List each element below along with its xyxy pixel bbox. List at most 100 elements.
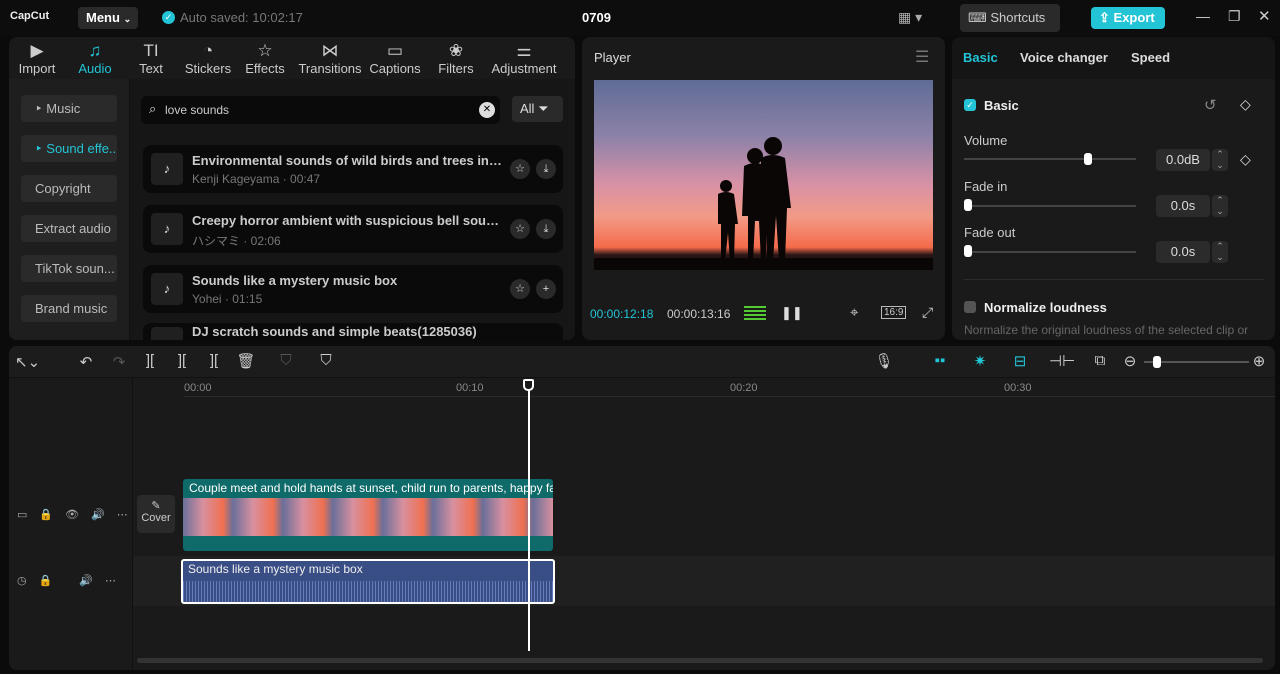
pause-icon[interactable]: ❚❚ <box>781 305 803 321</box>
tab-transitions[interactable]: ⋈ Transitions <box>291 37 369 79</box>
zoom-out-icon[interactable]: ⊖ <box>1119 352 1141 370</box>
shield-icon[interactable]: ⛉ <box>275 352 297 369</box>
time-ruler: 00:00 00:10 00:20 00:30 <box>184 379 1275 397</box>
horizontal-scrollbar[interactable] <box>137 658 1263 663</box>
keyframe-icon[interactable]: ◇ <box>1240 151 1251 168</box>
adjustment-icon: ⚌ <box>516 41 532 60</box>
microphone-icon[interactable]: 🎙 <box>873 352 895 370</box>
tab-basic[interactable]: Basic <box>963 50 998 65</box>
fade-in-slider[interactable] <box>964 205 1136 207</box>
category-extract-audio[interactable]: Extract audio <box>21 215 117 242</box>
favorite-icon[interactable]: ☆ <box>510 159 530 179</box>
cover-button[interactable]: ✎ Cover <box>137 495 175 533</box>
favorite-icon[interactable]: ☆ <box>510 279 530 299</box>
volume-stepper[interactable]: ⌃ ⌄ <box>1212 149 1228 171</box>
undo-icon[interactable]: ↶ <box>75 353 97 371</box>
tab-captions[interactable]: ▭ Captions <box>369 37 421 79</box>
shortcuts-button[interactable]: ⌨ Shortcuts <box>960 4 1060 32</box>
item-title: Sounds like a mystery music box <box>192 273 398 288</box>
fullscreen-icon[interactable]: ⤢ <box>922 304 933 321</box>
search-input[interactable]: ⌕ love sounds ✕ <box>141 96 500 124</box>
add-icon[interactable]: + <box>536 279 556 299</box>
category-tiktok-sounds[interactable]: TikTok soun... <box>21 255 117 282</box>
close-icon[interactable]: ✕ <box>1258 7 1271 25</box>
category-copyright[interactable]: Copyright <box>21 175 117 202</box>
item-title: DJ scratch sounds and simple beats(12850… <box>192 324 477 339</box>
audio-track-controls[interactable]: ◷🔒 🔊⋯ <box>17 574 128 587</box>
filter-icon: ⏷ <box>538 101 549 116</box>
zoom-in-icon[interactable]: ⊕ <box>1248 352 1270 370</box>
list-item[interactable]: ♪ Environmental sounds of wild birds and … <box>143 145 563 193</box>
aspect-ratio-button[interactable]: 16:9 <box>881 306 907 319</box>
list-item-clipped[interactable]: DJ scratch sounds and simple beats(12850… <box>143 323 563 340</box>
auto-snap-icon[interactable]: ✷ <box>969 352 991 370</box>
video-clip-title: Couple meet and hold hands at sunset, ch… <box>189 481 553 495</box>
layout-icon[interactable]: ▦ ▾ <box>898 9 922 26</box>
fade-in-value[interactable]: 0.0s <box>1156 195 1210 217</box>
marker-icon[interactable]: ⛉ <box>315 352 337 369</box>
category-brand-music[interactable]: Brand music <box>21 295 117 322</box>
split-right-icon[interactable]: ][ <box>203 352 225 369</box>
split-icon[interactable]: ][ <box>139 352 161 369</box>
list-item[interactable]: ♪ Sounds like a mystery music box Yohei · … <box>143 265 563 313</box>
volume-slider-handle[interactable] <box>1083 153 1092 165</box>
zoom-fit-icon[interactable]: ⌖ <box>850 304 858 321</box>
fade-out-stepper[interactable]: ⌃ ⌄ <box>1212 241 1228 263</box>
tab-stickers[interactable]: ◔ Stickers <box>177 37 239 79</box>
fade-in-stepper[interactable]: ⌃ ⌄ <box>1212 195 1228 217</box>
tab-voice-changer[interactable]: Voice changer <box>1020 50 1108 65</box>
tab-import[interactable]: ▶ Import <box>9 37 65 79</box>
redo-icon[interactable]: ↷ <box>108 353 130 371</box>
restore-icon[interactable]: ❐ <box>1228 8 1241 25</box>
tab-audio[interactable]: ♫ Audio <box>65 37 125 79</box>
split-left-icon[interactable]: ][ <box>171 352 193 369</box>
category-music[interactable]: ‣ Music <box>21 95 117 122</box>
volume-value[interactable]: 0.0dB <box>1156 149 1210 171</box>
reset-icon[interactable]: ↺ <box>1204 96 1217 114</box>
download-icon[interactable]: ⤓ <box>536 159 556 179</box>
tab-effects[interactable]: ☆ Effects <box>239 37 291 79</box>
music-note-icon: ♪ <box>151 153 183 185</box>
timeline-zoom-handle[interactable] <box>1153 356 1161 368</box>
clear-search-icon[interactable]: ✕ <box>479 102 495 118</box>
tab-adjustment[interactable]: ⚌ Adjustment <box>491 37 557 79</box>
menu-label: Menu <box>86 10 120 25</box>
filter-button[interactable]: All ⏷ <box>512 96 563 122</box>
tab-speed[interactable]: Speed <box>1131 50 1170 65</box>
category-sound-effects[interactable]: ‣ Sound effe... <box>21 135 117 162</box>
playhead-handle[interactable] <box>523 379 534 391</box>
effects-icon: ☆ <box>257 41 273 60</box>
fade-out-slider[interactable] <box>964 251 1136 253</box>
video-clip[interactable]: Couple meet and hold hands at sunset, ch… <box>183 479 553 551</box>
fade-out-slider-handle[interactable] <box>964 245 972 257</box>
basic-checkbox[interactable]: ✓ <box>964 99 976 111</box>
video-track-controls[interactable]: ▭🔒👁🔊⋯ <box>17 508 140 521</box>
main-track-magnet-icon[interactable]: ▪▪ <box>929 352 951 369</box>
download-icon[interactable]: ⤓ <box>536 219 556 239</box>
fade-in-slider-handle[interactable] <box>964 199 972 211</box>
player-title: Player <box>594 50 631 65</box>
audio-clip[interactable]: Sounds like a mystery music box <box>181 559 555 604</box>
normalize-checkbox[interactable] <box>964 301 976 313</box>
keyframe-icon[interactable]: ◇ <box>1240 96 1251 113</box>
minimize-icon[interactable]: — <box>1196 8 1210 24</box>
fade-out-value[interactable]: 0.0s <box>1156 241 1210 263</box>
select-cursor-icon[interactable]: ↖⌄ <box>15 353 40 371</box>
playhead[interactable] <box>528 379 530 651</box>
zoom-fit-timeline-icon[interactable]: ⧉ <box>1089 352 1111 369</box>
menu-button[interactable]: Menu ⌄ <box>78 7 138 29</box>
linkage-icon[interactable]: ⊟ <box>1009 352 1031 370</box>
divider <box>964 279 1264 280</box>
tab-text[interactable]: TI Text <box>125 37 177 79</box>
list-item[interactable]: ♪ Creepy horror ambient with suspicious b… <box>143 205 563 253</box>
delete-icon[interactable]: 🗑 <box>235 352 257 370</box>
volume-slider[interactable] <box>964 158 1136 160</box>
hamburger-menu-icon[interactable]: ☰ <box>915 47 929 67</box>
tab-filters[interactable]: ❀ Filters <box>421 37 491 79</box>
search-value: love sounds <box>165 103 230 117</box>
favorite-icon[interactable]: ☆ <box>510 219 530 239</box>
export-button[interactable]: ⇪ Export <box>1091 7 1165 29</box>
timeline-panel: ↖⌄ ↶ ↷ ][ ][ ][ 🗑 ⛉ ⛉ 🎙 ▪▪ ✷ ⊟ ⊣⊢ ⧉ ⊖ ⊕ … <box>9 346 1275 670</box>
preview-axis-icon[interactable]: ⊣⊢ <box>1049 352 1075 370</box>
video-preview[interactable] <box>594 80 933 270</box>
